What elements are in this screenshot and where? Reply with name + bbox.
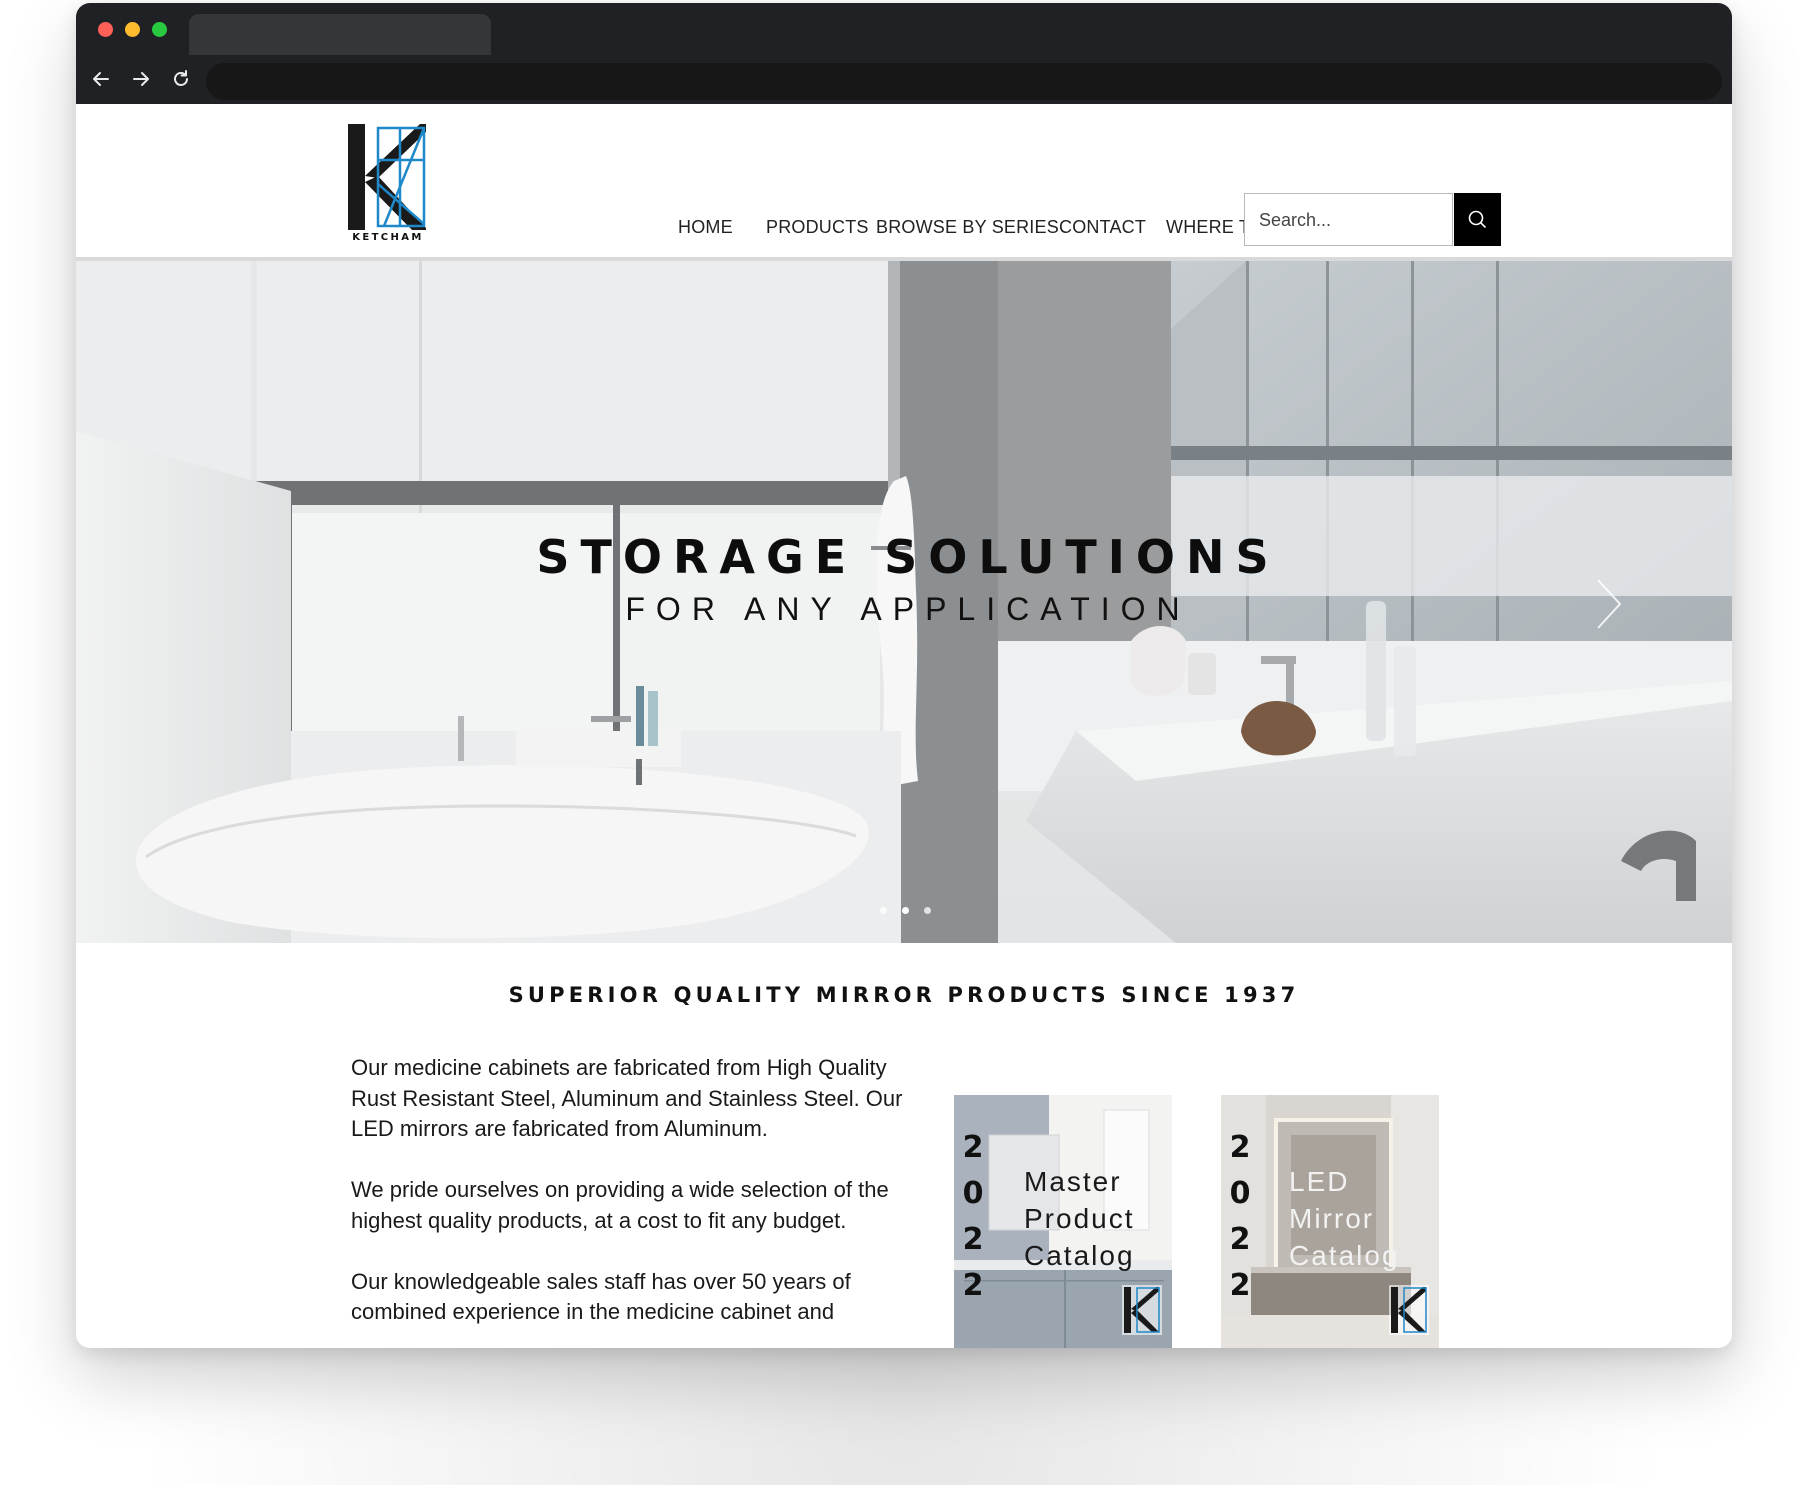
browser-tab[interactable]: [189, 14, 491, 55]
nav-browse-by-series[interactable]: BROWSE BY SERIES: [876, 217, 1059, 238]
arrow-right-icon[interactable]: [128, 66, 154, 92]
browser-window: KETCHAM HOME PRODUCTS BROWSE BY SERIES C…: [76, 3, 1732, 1348]
close-window-button[interactable]: [98, 22, 113, 37]
nav-home[interactable]: HOME: [678, 217, 733, 238]
hero-slider: STORAGE SOLUTIONS FOR ANY APPLICATION: [76, 261, 1732, 943]
hero-title: STORAGE SOLUTIONS: [536, 530, 1280, 584]
browser-chrome: [76, 3, 1732, 104]
search-button[interactable]: [1454, 193, 1501, 246]
maximize-window-button[interactable]: [152, 22, 167, 37]
chevron-right-icon[interactable]: [1592, 576, 1626, 632]
slide-dot-active[interactable]: [902, 907, 909, 914]
slide-dot[interactable]: [924, 907, 931, 914]
catalog-logo: [1389, 1285, 1429, 1335]
catalog-year: 2 0 2 2: [1229, 1130, 1251, 1303]
ketcham-logo[interactable]: KETCHAM: [348, 124, 428, 248]
arrow-left-icon[interactable]: [88, 66, 114, 92]
paragraph: Our medicine cabinets are fabricated fro…: [351, 1055, 903, 1141]
paragraph: Our knowledgeable sales staff has over 5…: [351, 1268, 851, 1325]
intro-text: Our medicine cabinets are fabricated fro…: [351, 1053, 911, 1348]
nav-contact[interactable]: CONTACT: [1059, 217, 1146, 238]
led-catalog-link[interactable]: 2 0 2 2 LED Mirror Catalog: [1221, 1095, 1439, 1348]
minimize-window-button[interactable]: [125, 22, 140, 37]
slide-dot[interactable]: [880, 907, 887, 914]
nav-products[interactable]: PRODUCTS: [766, 217, 869, 238]
hero-subtitle: FOR ANY APPLICATION: [625, 591, 1191, 627]
search-field: [1244, 193, 1453, 246]
logo-mark: [348, 124, 426, 230]
search-icon: [1468, 210, 1486, 228]
logo-wordmark: KETCHAM: [352, 232, 424, 243]
section-heading: SUPERIOR QUALITY MIRROR PRODUCTS SINCE 1…: [508, 983, 1300, 1007]
paragraph: We pride ourselves on providing a wide s…: [351, 1177, 889, 1233]
catalog-title: LED Mirror Catalog: [1289, 1166, 1400, 1271]
web-page: KETCHAM HOME PRODUCTS BROWSE BY SERIES C…: [76, 104, 1732, 1348]
reload-icon[interactable]: [168, 66, 194, 92]
catalog-logo: [1122, 1285, 1162, 1335]
address-bar[interactable]: [206, 63, 1722, 100]
search-input[interactable]: [1259, 207, 1439, 233]
catalog-title: Master Product Catalog: [1024, 1166, 1135, 1271]
catalog-year: 2 0 2 2: [962, 1130, 984, 1303]
master-catalog-link[interactable]: 2 0 2 2 Master Product Catalog: [954, 1095, 1172, 1348]
